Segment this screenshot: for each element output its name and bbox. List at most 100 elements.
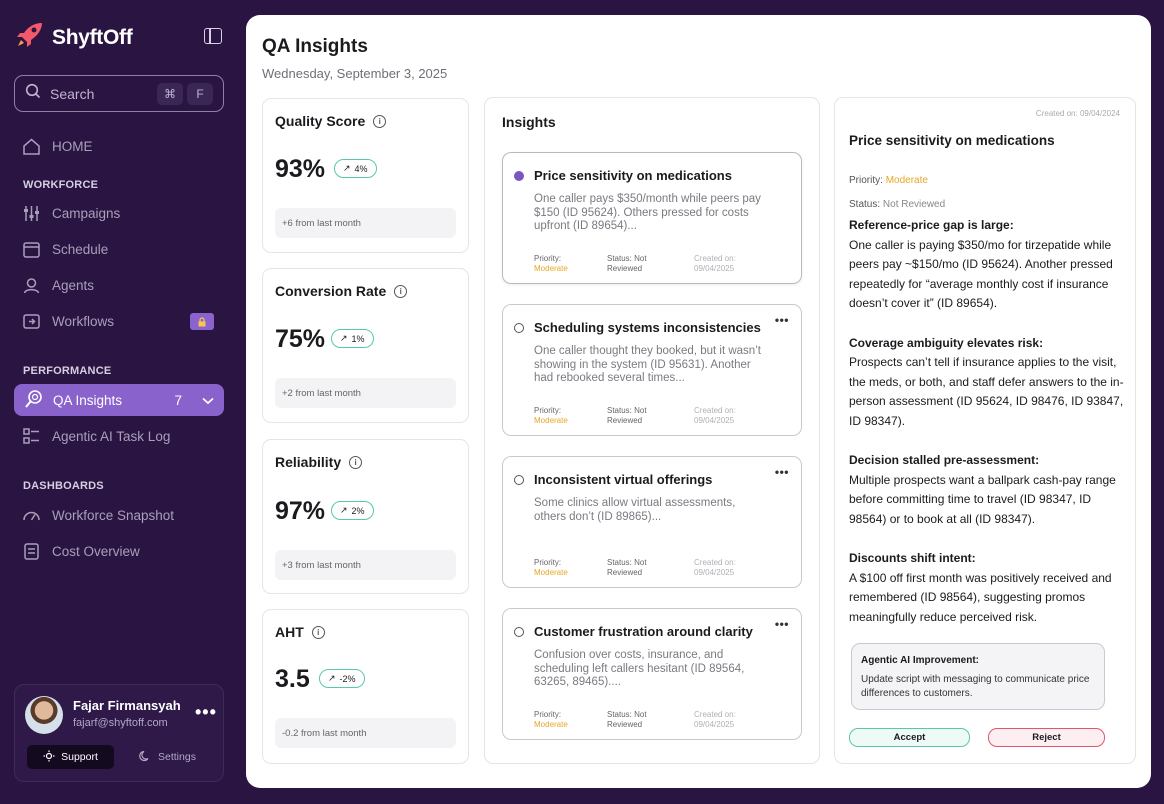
- metric-footnote: +2 from last month: [275, 378, 456, 408]
- insight-status: Status: Not Reviewed: [607, 406, 647, 425]
- insight-card[interactable]: Customer frustration around clarity ••• …: [502, 608, 802, 740]
- calendar-icon: [22, 240, 41, 259]
- sidebar-item-label: Agents: [52, 277, 95, 293]
- metric-card-conversion-rate: Conversion Rate i 75% ↗ 1% +2 from last mo…: [262, 268, 469, 423]
- metric-value: 75%: [275, 325, 326, 353]
- avatar[interactable]: [25, 696, 63, 734]
- performance-section-label: PERFORMANCE: [23, 365, 112, 377]
- insight-description: One caller thought they booked, but it w…: [534, 345, 761, 384]
- support-label: Support: [61, 751, 98, 763]
- reject-button[interactable]: Reject: [988, 728, 1105, 747]
- metric-card-quality-score: Quality Score i 93% ↗ 4% +6 from last mont…: [262, 98, 469, 253]
- insight-title: Customer frustration around clarity: [534, 624, 753, 639]
- agent-headset-icon: [22, 276, 41, 295]
- search-icon: [25, 83, 41, 104]
- dashboards-section-label: DASHBOARDS: [23, 480, 104, 492]
- more-options-icon[interactable]: •••: [775, 465, 789, 479]
- sidebar-item-cost-overview[interactable]: Cost Overview: [22, 540, 140, 562]
- sidebar-item-home[interactable]: HOME: [22, 135, 93, 157]
- metric-footnote: +3 from last month: [275, 550, 456, 580]
- insights-panel: Insights Price sensitivity on medication…: [484, 97, 820, 764]
- brand[interactable]: ShyftOff: [16, 22, 133, 53]
- insight-created: Created on: 09/04/2025: [694, 558, 736, 577]
- section-heading: Reference-price gap is large:: [849, 218, 1014, 232]
- sidebar-item-agentic-log[interactable]: Agentic AI Task Log: [22, 425, 170, 447]
- rocket-logo-icon: [16, 22, 44, 53]
- radio-icon: [514, 475, 524, 485]
- agentic-ai-improvement-box: Agentic AI Improvement: Update script wi…: [851, 643, 1105, 710]
- detail-created-date: Created on: 09/04/2024: [1035, 109, 1120, 118]
- metric-value: 3.5: [275, 665, 310, 693]
- sidebar-item-label: Agentic AI Task Log: [52, 428, 171, 444]
- arrow-up-right-icon: ↗: [328, 673, 336, 683]
- section-text: One caller is paying $350/mo for tirzepa…: [849, 237, 1113, 311]
- detail-priority: Priority: Moderate: [849, 175, 928, 186]
- detail-status: Status: Not Reviewed: [849, 199, 946, 210]
- more-options-icon[interactable]: •••: [195, 702, 217, 723]
- metric-value: 97%: [275, 497, 326, 525]
- task-list-icon: [22, 427, 41, 446]
- metric-title: Reliability i: [275, 454, 363, 470]
- shortcut-cmd-key: ⌘: [157, 82, 183, 105]
- accept-button[interactable]: Accept: [849, 728, 970, 747]
- insight-created: Created on: 09/04/2025: [694, 254, 736, 273]
- workforce-section-label: WORKFORCE: [23, 179, 99, 191]
- magnifier-sparkle-icon: [24, 389, 44, 412]
- agentic-title: Agentic AI Improvement:: [861, 655, 979, 666]
- insight-card[interactable]: Scheduling systems inconsistencies ••• O…: [502, 304, 802, 436]
- metric-title: Conversion Rate i: [275, 283, 408, 299]
- sidebar-item-label: HOME: [52, 138, 93, 154]
- section-heading: Decision stalled pre-assessment:: [849, 453, 1040, 467]
- metric-title: Quality Score i: [275, 113, 387, 129]
- sidebar-item-workflows[interactable]: Workflows: [22, 310, 114, 332]
- sidebar-toggle-icon[interactable]: [204, 28, 222, 44]
- gauge-icon: [22, 506, 41, 525]
- sliders-icon: [22, 204, 41, 223]
- info-icon[interactable]: i: [311, 625, 325, 639]
- chevron-down-icon[interactable]: [202, 393, 214, 408]
- settings-button[interactable]: Settings: [139, 745, 196, 769]
- metric-footnote: +6 from last month: [275, 208, 456, 238]
- support-button[interactable]: Support: [27, 745, 114, 769]
- radio-icon: [514, 627, 524, 637]
- metric-value: 93%: [275, 155, 326, 183]
- sidebar-item-qa-insights[interactable]: QA Insights 7: [14, 384, 224, 416]
- main-content: QA Insights Wednesday, September 3, 2025…: [246, 15, 1151, 788]
- user-email: fajarf@shyftoff.com: [73, 717, 168, 729]
- sidebar-item-agents[interactable]: Agents: [22, 274, 94, 296]
- search-placeholder: Search: [50, 85, 95, 102]
- section-text: A $100 off first month was positively re…: [849, 570, 1112, 624]
- insight-title: Scheduling systems inconsistencies: [534, 320, 761, 335]
- insight-description: Some clinics allow virtual assessments, …: [534, 497, 736, 523]
- insights-title: Insights: [502, 114, 556, 130]
- more-options-icon[interactable]: •••: [775, 313, 789, 327]
- insight-priority: Priority: Moderate: [534, 406, 568, 425]
- home-icon: [22, 137, 41, 156]
- metric-card-aht: AHT i 3.5 ↗ -2% -0.2 from last month: [262, 609, 469, 764]
- arrow-up-right-icon: ↗: [340, 505, 348, 515]
- arrow-up-right-icon: ↗: [340, 333, 348, 343]
- insight-priority: Priority: Moderate: [534, 558, 568, 577]
- sidebar-item-schedule[interactable]: Schedule: [22, 238, 108, 260]
- insight-description: One caller pays $350/month while peers p…: [534, 193, 761, 232]
- shortcut-f-key: F: [187, 82, 213, 105]
- insight-card[interactable]: Inconsistent virtual offerings ••• Some …: [502, 456, 802, 588]
- more-options-icon[interactable]: •••: [775, 617, 789, 631]
- user-name: Fajar Firmansyah: [73, 698, 181, 713]
- brand-name: ShyftOff: [52, 25, 133, 49]
- sidebar-item-workforce-snapshot[interactable]: Workforce Snapshot: [22, 504, 174, 526]
- receipt-icon: [22, 542, 41, 561]
- info-icon[interactable]: i: [394, 284, 408, 298]
- sidebar: ShyftOff Search ⌘ F HOME WORKFORCE Campa…: [0, 0, 238, 804]
- insight-detail-panel: Created on: 09/04/2024 Price sensitivity…: [834, 97, 1136, 764]
- arrow-up-right-icon: ↗: [343, 163, 351, 173]
- moon-icon: [139, 750, 151, 765]
- sidebar-item-campaigns[interactable]: Campaigns: [22, 202, 120, 224]
- insight-title: Inconsistent virtual offerings: [534, 472, 713, 487]
- search-input[interactable]: Search ⌘ F: [14, 75, 224, 112]
- change-badge: ↗ 4%: [334, 159, 377, 178]
- detail-body: Reference-price gap is large: One caller…: [849, 216, 1129, 647]
- info-icon[interactable]: i: [373, 114, 387, 128]
- info-icon[interactable]: i: [349, 455, 363, 469]
- insight-card[interactable]: Price sensitivity on medications One cal…: [502, 152, 802, 284]
